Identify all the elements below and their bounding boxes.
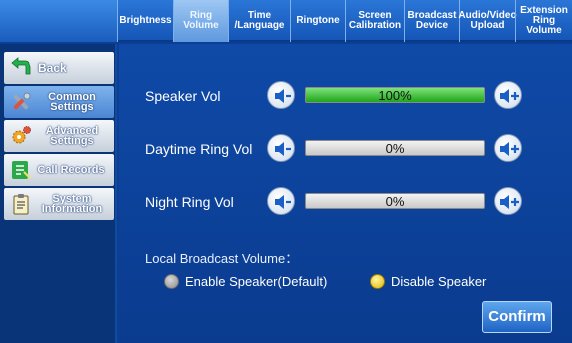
volume-up-icon	[500, 142, 519, 156]
sidebar-item-advanced-settings[interactable]: Advanced Settings	[4, 120, 114, 152]
speaker-vol-bar[interactable]: 100%	[305, 87, 485, 103]
speaker-vol-label: Speaker Vol	[145, 88, 221, 104]
radio-selected-icon	[370, 274, 385, 289]
tab-ring-volume[interactable]: Ring Volume	[173, 0, 228, 42]
info-clipboard-icon	[13, 194, 29, 215]
tab-broadcast-device[interactable]: Broadcast Device	[404, 0, 459, 42]
volume-up-icon	[500, 195, 519, 209]
tab-brightness[interactable]: Brightness	[117, 0, 173, 42]
confirm-button[interactable]: Confirm	[482, 301, 552, 333]
disable-speaker-label: Disable Speaker	[391, 274, 487, 289]
night-ring-vol-increase-button[interactable]	[494, 187, 522, 215]
daytime-ring-vol-bar[interactable]: 0%	[305, 140, 485, 156]
tab-audio-video-upload[interactable]: Audio/Video Upload	[458, 0, 517, 42]
sidebar-item-label: Common Settings	[48, 91, 96, 113]
night-ring-vol-bar[interactable]: 0%	[305, 193, 485, 209]
daytime-ring-vol-percent: 0%	[385, 141, 405, 156]
top-tab-bar: Brightness Ring Volume Time /Language Ri…	[0, 0, 572, 42]
gears-icon	[12, 126, 31, 144]
speaker-vol-increase-button[interactable]	[494, 81, 522, 109]
night-ring-vol-decrease-button[interactable]	[267, 187, 295, 215]
night-ring-vol-percent: 0%	[385, 194, 405, 209]
sidebar-item-system-information[interactable]: System Information	[4, 188, 114, 220]
sidebar-item-call-records[interactable]: Call Records	[4, 154, 114, 186]
local-broadcast-volume-title: Local Broadcast Volume：	[145, 251, 299, 266]
settings-tabs: Brightness Ring Volume Time /Language Ri…	[117, 0, 572, 42]
speaker-vol-percent: 100%	[378, 88, 412, 103]
speaker-vol-decrease-button[interactable]	[267, 81, 295, 109]
disable-speaker-radio[interactable]: Disable Speaker	[370, 274, 486, 289]
sidebar-item-label: Advanced Settings	[45, 125, 99, 147]
volume-down-icon	[275, 142, 291, 156]
enable-speaker-radio[interactable]: Enable Speaker(Default)	[164, 274, 327, 289]
tab-extension-ring-volume[interactable]: Extension Ring Volume	[515, 0, 572, 42]
radio-unselected-icon	[164, 274, 179, 289]
enable-speaker-label: Enable Speaker(Default)	[185, 274, 328, 289]
daytime-ring-vol-increase-button[interactable]	[494, 134, 522, 162]
night-ring-vol-label: Night Ring Vol	[145, 194, 234, 210]
sidebar-item-back[interactable]: Back	[4, 52, 114, 84]
sidebar-item-label: System Information	[41, 193, 103, 215]
tools-icon	[13, 92, 31, 110]
volume-up-icon	[500, 89, 519, 103]
sidebar-item-label: Call Records	[37, 164, 105, 176]
sidebar-item-label: Back	[38, 61, 67, 75]
volume-down-icon	[275, 89, 291, 103]
tab-ringtone[interactable]: Ringtone	[290, 0, 345, 42]
daytime-ring-vol-label: Daytime Ring Vol	[145, 141, 253, 157]
daytime-ring-vol-decrease-button[interactable]	[267, 134, 295, 162]
tab-screen-calibration[interactable]: Screen Calibration	[345, 0, 404, 42]
tab-time-language[interactable]: Time /Language	[228, 0, 290, 42]
back-arrow-icon	[11, 57, 31, 75]
ring-volume-panel: Speaker Vol 100% Daytime Ring Vol 0% Nig…	[119, 44, 572, 343]
sidebar-item-common-settings[interactable]: Common Settings	[4, 86, 114, 118]
top-left-corner	[0, 0, 117, 42]
volume-down-icon	[275, 195, 291, 209]
call-records-icon	[12, 161, 31, 179]
sidebar: Back Common Settings Advanced Settings C…	[0, 44, 117, 343]
